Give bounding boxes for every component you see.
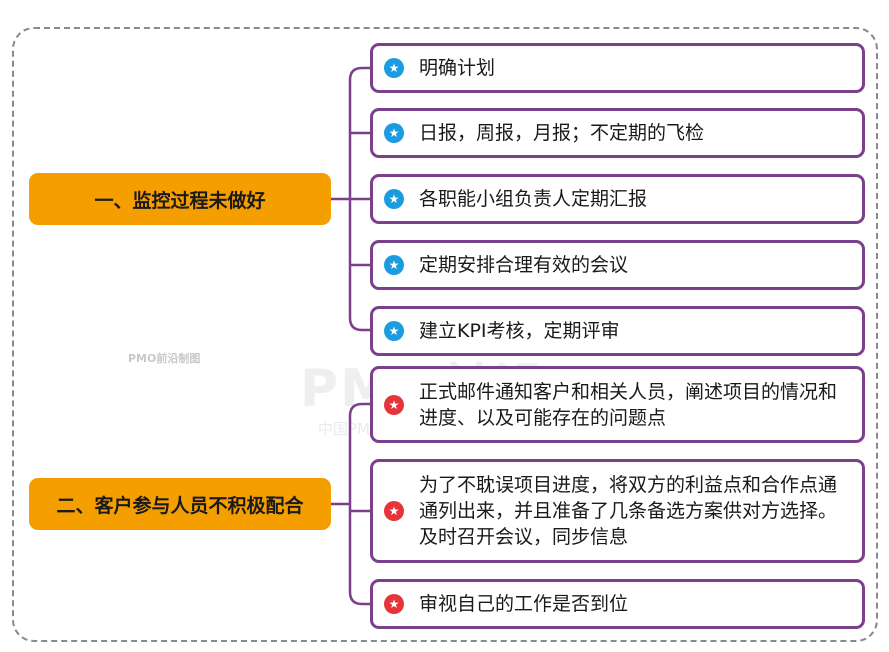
leaf-text: 定期安排合理有效的会议 bbox=[419, 254, 629, 276]
blue-star-icon: ★ bbox=[384, 189, 404, 209]
leaf-node: ★ 定期安排合理有效的会议 bbox=[370, 240, 865, 290]
branch-label: 二、客户参与人员不积极配合 bbox=[56, 494, 304, 517]
red-star-icon: ★ bbox=[384, 394, 404, 415]
leaf-text: 日报，周报，月报；不定期的飞检 bbox=[419, 122, 705, 144]
blue-star-icon: ★ bbox=[384, 123, 404, 143]
branch-monitoring: 一、监控过程未做好 bbox=[29, 173, 331, 225]
leaf-text: 审视自己的工作是否到位 bbox=[419, 593, 629, 615]
blue-star-icon: ★ bbox=[384, 321, 404, 341]
branch-label: 一、监控过程未做好 bbox=[94, 189, 266, 212]
leaf-node: ★ 各职能小组负责人定期汇报 bbox=[370, 174, 865, 224]
leaf-node: ★ 正式邮件通知客户和相关人员，阐述项目的情况和进度、以及可能存在的问题点 bbox=[370, 366, 865, 443]
blue-star-icon: ★ bbox=[384, 58, 404, 78]
leaf-node: ★ 明确计划 bbox=[370, 43, 865, 93]
leaf-text: 正式邮件通知客户和相关人员，阐述项目的情况和进度、以及可能存在的问题点 bbox=[419, 380, 838, 429]
leaf-node: ★ 为了不耽误项目进度，将双方的利益点和合作点通通列出来，并且准备了几条备选方案… bbox=[370, 459, 865, 563]
blue-star-icon: ★ bbox=[384, 255, 404, 275]
leaf-text: 明确计划 bbox=[419, 57, 496, 79]
leaf-text: 各职能小组负责人定期汇报 bbox=[419, 188, 648, 210]
red-star-icon: ★ bbox=[384, 594, 404, 614]
connector-spine-2 bbox=[348, 402, 370, 606]
red-star-icon: ★ bbox=[384, 501, 404, 521]
leaf-node: ★ 审视自己的工作是否到位 bbox=[370, 579, 865, 629]
leaf-text: 为了不耽误项目进度，将双方的利益点和合作点通通列出来，并且准备了几条备选方案供对… bbox=[419, 474, 838, 548]
leaf-node: ★ 建立KPI考核，定期评审 bbox=[370, 306, 865, 356]
leaf-node: ★ 日报，周报，月报；不定期的飞检 bbox=[370, 108, 865, 158]
branch-customer: 二、客户参与人员不积极配合 bbox=[29, 478, 331, 530]
leaf-text: 建立KPI考核，定期评审 bbox=[419, 320, 620, 342]
